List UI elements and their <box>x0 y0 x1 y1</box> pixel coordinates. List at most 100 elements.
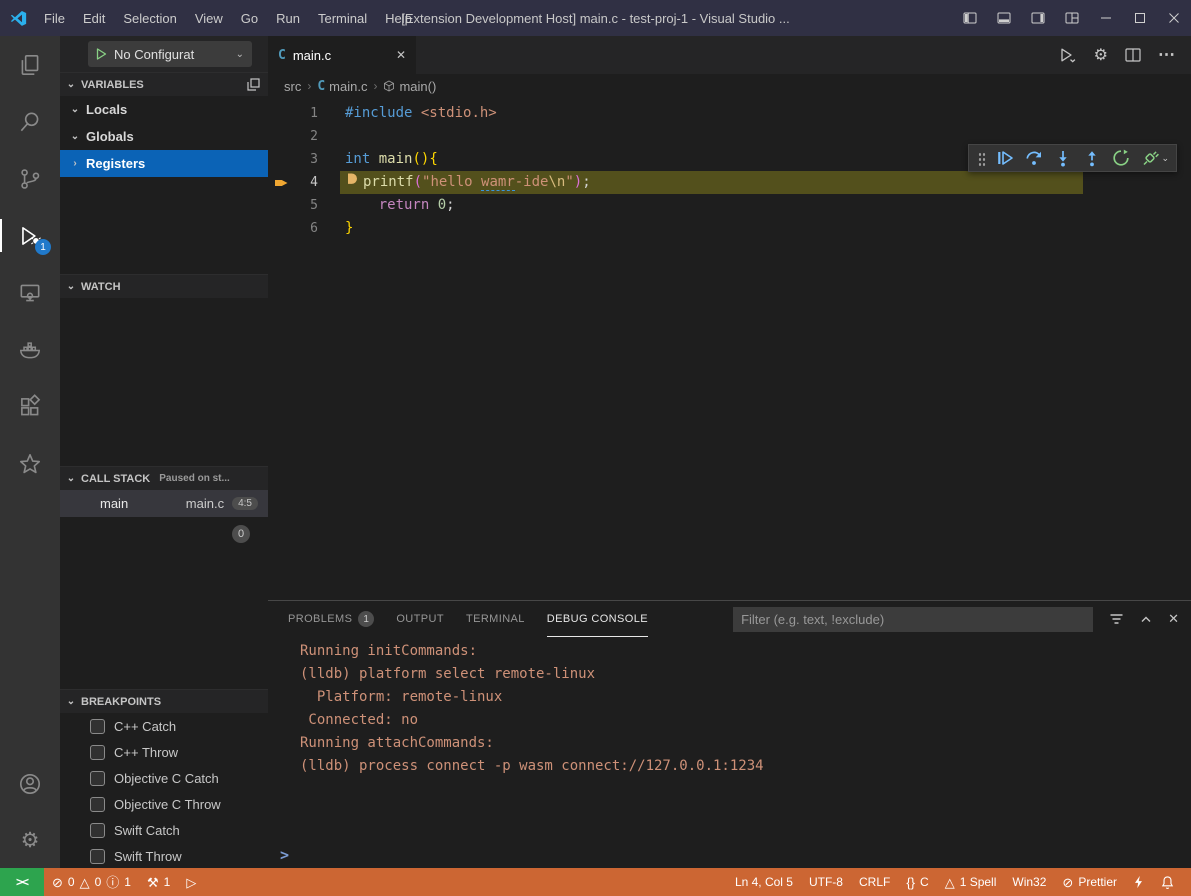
minimize-icon[interactable] <box>1089 0 1123 36</box>
platform-status[interactable]: Win32 <box>1004 868 1054 896</box>
settings-gear-icon[interactable]: ⚙ <box>0 812 60 868</box>
toggle-secondary-sidebar-icon[interactable] <box>1021 0 1055 36</box>
watch-section-header[interactable]: ⌄ WATCH <box>60 274 268 298</box>
problems-status[interactable]: ⊘ 0 △ 0 ⓘ 1 <box>44 868 139 896</box>
panel-tab-badge: 1 <box>358 611 374 627</box>
tab-close-icon[interactable]: ✕ <box>396 48 406 62</box>
disconnect-icon[interactable] <box>1136 146 1164 170</box>
panel-tab-debug-console[interactable]: DEBUG CONSOLE <box>547 601 648 637</box>
close-window-icon[interactable] <box>1157 0 1191 36</box>
debug-status[interactable]: ▷ <box>178 868 204 896</box>
restart-icon[interactable] <box>1107 146 1135 170</box>
c-file-icon: C <box>278 48 286 63</box>
search-icon[interactable] <box>0 93 60 150</box>
panel-tab-terminal[interactable]: TERMINAL <box>466 601 525 637</box>
maximize-panel-icon[interactable] <box>1139 613 1153 625</box>
code-line[interactable]: 1#include <stdio.h> <box>268 102 1191 125</box>
toggle-panel-icon[interactable] <box>987 0 1021 36</box>
vscode-window: FileEditSelectionViewGoRunTerminalHelp [… <box>0 0 1191 896</box>
menu-selection[interactable]: Selection <box>114 0 185 36</box>
formatter-status[interactable]: ⊘ Prettier <box>1054 868 1125 896</box>
braces-icon: {} <box>906 876 915 889</box>
feedback-status[interactable] <box>1125 868 1152 896</box>
explorer-icon[interactable] <box>0 36 60 93</box>
info-count: 1 <box>124 875 131 889</box>
source-control-icon[interactable] <box>0 150 60 207</box>
breakpoint-item-objective-c-catch[interactable]: Objective C Catch <box>60 765 268 791</box>
debug-config-dropdown[interactable]: No Configurat ⌄ <box>88 41 252 67</box>
open-panel-icon[interactable] <box>247 78 260 91</box>
menu-go[interactable]: Go <box>232 0 267 36</box>
breadcrumb-src[interactable]: src <box>284 79 301 94</box>
editor-settings-gear-icon[interactable]: ⚙ <box>1094 45 1108 65</box>
close-panel-icon[interactable]: ✕ <box>1168 611 1179 627</box>
debug-console-input[interactable]: > <box>268 842 1191 868</box>
menu-edit[interactable]: Edit <box>74 0 114 36</box>
toolbar-drag-handle[interactable] <box>978 151 986 166</box>
menu-view[interactable]: View <box>186 0 232 36</box>
run-or-debug-icon[interactable] <box>1059 47 1077 63</box>
breadcrumb-main-c[interactable]: Cmain.c <box>317 79 367 94</box>
code-line[interactable]: 5 return 0; <box>268 194 1191 217</box>
filter-icon[interactable] <box>1109 612 1124 626</box>
breakpoint-checkbox[interactable] <box>90 771 105 786</box>
breakpoint-checkbox[interactable] <box>90 719 105 734</box>
ports-status[interactable]: ⚒ 1 <box>139 868 178 896</box>
breakpoint-item-c-catch[interactable]: C++ Catch <box>60 713 268 739</box>
language-status[interactable]: {} C <box>898 868 936 896</box>
breakpoints-section-header[interactable]: ⌄ BREAKPOINTS <box>60 689 268 713</box>
panel-tab-output[interactable]: OUTPUT <box>396 601 444 637</box>
ports-count: 1 <box>164 875 171 889</box>
variables-section-header[interactable]: ⌄ VARIABLES <box>60 72 268 96</box>
breakpoint-checkbox[interactable] <box>90 745 105 760</box>
menu-terminal[interactable]: Terminal <box>309 0 376 36</box>
editor-tab-main-c[interactable]: C main.c ✕ <box>268 36 416 74</box>
toggle-sidebar-icon[interactable] <box>953 0 987 36</box>
breadcrumb-main[interactable]: main() <box>383 79 436 94</box>
step-over-icon[interactable] <box>1020 146 1048 170</box>
menu-run[interactable]: Run <box>267 0 309 36</box>
call-stack-frame[interactable]: main main.c 4:5 <box>60 490 268 517</box>
extensions-icon[interactable] <box>0 378 60 435</box>
breakpoint-checkbox[interactable] <box>90 797 105 812</box>
breakpoint-item-swift-throw[interactable]: Swift Throw <box>60 843 268 868</box>
code-editor[interactable]: 1#include <stdio.h>23int main(){4printf(… <box>268 98 1191 600</box>
remote-indicator[interactable]: >< <box>0 868 44 896</box>
code-line[interactable]: 6} <box>268 217 1191 240</box>
console-filter-input[interactable] <box>733 607 1093 632</box>
call-stack-section-header[interactable]: ⌄ CALL STACK Paused on st... <box>60 466 268 490</box>
twisty-icon: ⌄ <box>64 281 78 292</box>
eol-status[interactable]: CRLF <box>851 868 898 896</box>
current-frame-arrow-icon[interactable] <box>268 177 294 189</box>
variables-item-globals[interactable]: ⌄Globals <box>60 123 268 150</box>
code-line[interactable]: 4printf("hello wamr-ide\n"); <box>268 171 1191 194</box>
breakpoint-item-swift-catch[interactable]: Swift Catch <box>60 817 268 843</box>
menu-file[interactable]: File <box>35 0 74 36</box>
variables-item-registers[interactable]: ›Registers <box>60 150 268 177</box>
favorites-star-icon[interactable] <box>0 435 60 492</box>
step-into-icon[interactable] <box>1049 146 1077 170</box>
spell-checker-status[interactable]: △ 1 Spell <box>937 868 1005 896</box>
continue-icon[interactable] <box>991 146 1019 170</box>
menu-help[interactable]: Help <box>376 0 421 36</box>
variables-item-locals[interactable]: ⌄Locals <box>60 96 268 123</box>
encoding-status[interactable]: UTF-8 <box>801 868 851 896</box>
split-editor-icon[interactable] <box>1125 48 1141 62</box>
customize-layout-icon[interactable] <box>1055 0 1089 36</box>
breakpoint-checkbox[interactable] <box>90 823 105 838</box>
panel-tab-problems[interactable]: PROBLEMS1 <box>288 601 374 637</box>
accounts-icon[interactable] <box>0 756 60 812</box>
breakpoint-item-c-throw[interactable]: C++ Throw <box>60 739 268 765</box>
more-actions-icon[interactable]: ⋯ <box>1158 45 1175 65</box>
c-file-icon: C <box>317 79 325 94</box>
breakpoint-checkbox[interactable] <box>90 849 105 864</box>
run-and-debug-icon[interactable]: 1 <box>0 207 60 264</box>
notifications-status[interactable] <box>1152 868 1183 896</box>
docker-icon[interactable] <box>0 321 60 378</box>
step-out-icon[interactable] <box>1078 146 1106 170</box>
cursor-position-status[interactable]: Ln 4, Col 5 <box>727 868 801 896</box>
remote-explorer-icon[interactable] <box>0 264 60 321</box>
chevron-down-icon[interactable]: ⌄ <box>1161 153 1171 164</box>
maximize-icon[interactable] <box>1123 0 1157 36</box>
breakpoint-item-objective-c-throw[interactable]: Objective C Throw <box>60 791 268 817</box>
